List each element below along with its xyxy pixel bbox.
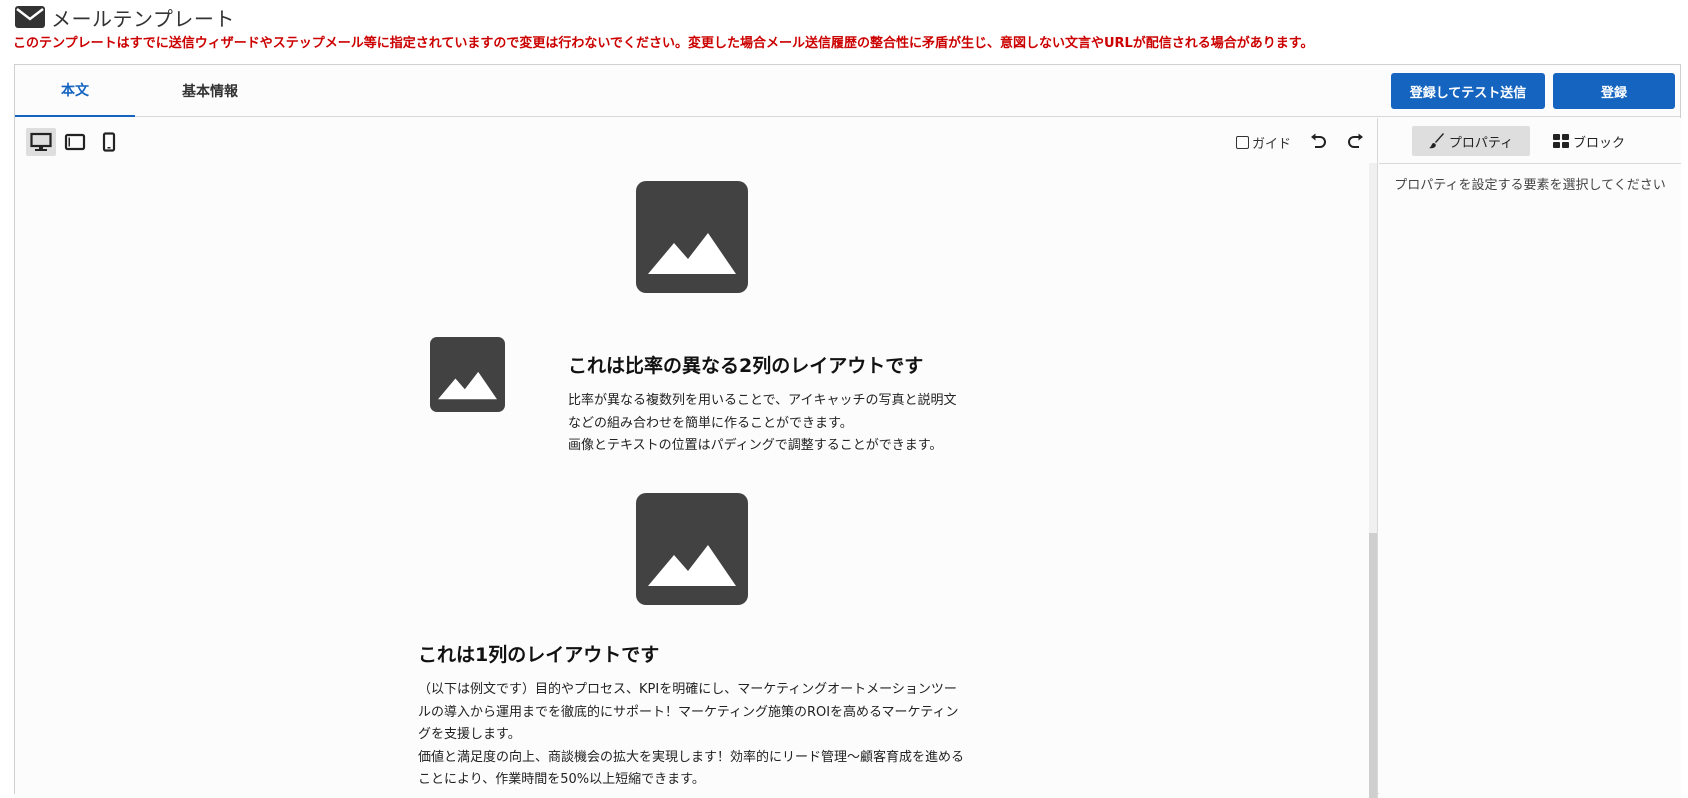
guide-toggle[interactable]: ガイド — [1235, 133, 1291, 152]
tab-body[interactable]: 本文 — [15, 65, 135, 117]
text-line: 比率が異なる複数列を用いることで、アイキャッチの写真と説明文 — [568, 393, 957, 408]
text-line: 価値と満足度の向上、商談機会の拡大を実現します！効率的にリード管理〜顧客育成を進… — [418, 749, 965, 765]
redo-button[interactable] — [1345, 131, 1367, 153]
checkbox-icon[interactable] — [1235, 135, 1249, 149]
template-editor-panel: 本文 基本情報 登録してテスト送信 登録 ガイド これは比率の異なる2列のレイア… — [14, 64, 1681, 798]
save-and-test-send-button[interactable]: 登録してテスト送信 — [1391, 73, 1545, 109]
two-column-heading[interactable]: これは比率の異なる2列のレイアウトです — [568, 351, 923, 378]
text-line: グを支援します。 — [418, 727, 521, 742]
scrollbar-thumb[interactable] — [1369, 533, 1377, 798]
tab-basic-info[interactable]: 基本情報 — [150, 65, 270, 117]
device-switcher — [26, 128, 124, 156]
mobile-icon — [102, 132, 116, 152]
email-canvas[interactable]: これは比率の異なる2列のレイアウトです 比率が異なる複数列を用いることで、アイキ… — [15, 163, 1365, 798]
tab-blocks[interactable]: ブロック — [1530, 126, 1648, 156]
properties-tab-bar: プロパティ ブロック — [1379, 118, 1681, 164]
text-line: ことにより、作業時間を50%以上短縮できます。 — [418, 772, 705, 787]
warning-message: このテンプレートはすでに送信ウィザードやステップメール等に指定されていますので変… — [13, 36, 1314, 51]
page-header: メールテンプレート — [15, 4, 235, 31]
desktop-icon — [30, 132, 52, 151]
one-column-text[interactable]: （以下は例文です）目的やプロセス、KPIを明確にし、マーケティングオートメーショ… — [418, 679, 983, 792]
tablet-icon — [64, 133, 86, 151]
properties-panel: プロパティ ブロック プロパティを設定する要素を選択してください — [1379, 118, 1681, 798]
text-line: 画像とテキストの位置はパディングで調整することができます。 — [568, 438, 943, 453]
image-placeholder[interactable] — [636, 493, 748, 605]
editor-area: ガイド これは比率の異なる2列のレイアウトです 比率が異なる複数列を用いることで… — [15, 118, 1378, 798]
guide-label: ガイド — [1251, 136, 1291, 152]
image-placeholder[interactable] — [636, 181, 748, 293]
image-icon — [648, 545, 736, 586]
one-column-heading[interactable]: これは1列のレイアウトです — [418, 640, 659, 667]
undo-button[interactable] — [1307, 131, 1329, 153]
properties-hint: プロパティを設定する要素を選択してください — [1394, 178, 1666, 193]
mobile-view-button[interactable] — [94, 128, 124, 156]
text-line: （以下は例文です）目的やプロセス、KPIを明確にし、マーケティングオートメーショ… — [418, 682, 957, 697]
image-icon — [438, 371, 497, 400]
editor-tools: ガイド — [1235, 128, 1367, 156]
mail-icon — [15, 6, 45, 28]
two-column-text[interactable]: 比率が異なる複数列を用いることで、アイキャッチの写真と説明文 などの組み合わせを… — [568, 390, 957, 458]
image-placeholder[interactable] — [430, 337, 505, 412]
text-line: ルの導入から運用までを徹底的にサポート！マーケティング施策のROIを高めるマーケ… — [418, 704, 959, 720]
tab-properties[interactable]: プロパティ — [1412, 126, 1530, 156]
redo-icon — [1348, 133, 1363, 148]
canvas-scrollbar[interactable] — [1369, 163, 1377, 798]
undo-icon — [1311, 133, 1326, 148]
image-icon — [648, 233, 736, 274]
text-line: などの組み合わせを簡単に作ることができます。 — [568, 415, 853, 431]
save-button[interactable]: 登録 — [1553, 73, 1675, 109]
desktop-view-button[interactable] — [26, 128, 56, 156]
blocks-icon — [1552, 134, 1569, 148]
brush-icon — [1428, 133, 1444, 149]
tab-blocks-label: ブロック — [1572, 135, 1625, 151]
page-title: メールテンプレート — [51, 6, 235, 31]
tab-bar: 本文 基本情報 登録してテスト送信 登録 — [15, 65, 1680, 117]
tablet-view-button[interactable] — [60, 128, 90, 156]
tab-properties-label: プロパティ — [1448, 135, 1514, 151]
